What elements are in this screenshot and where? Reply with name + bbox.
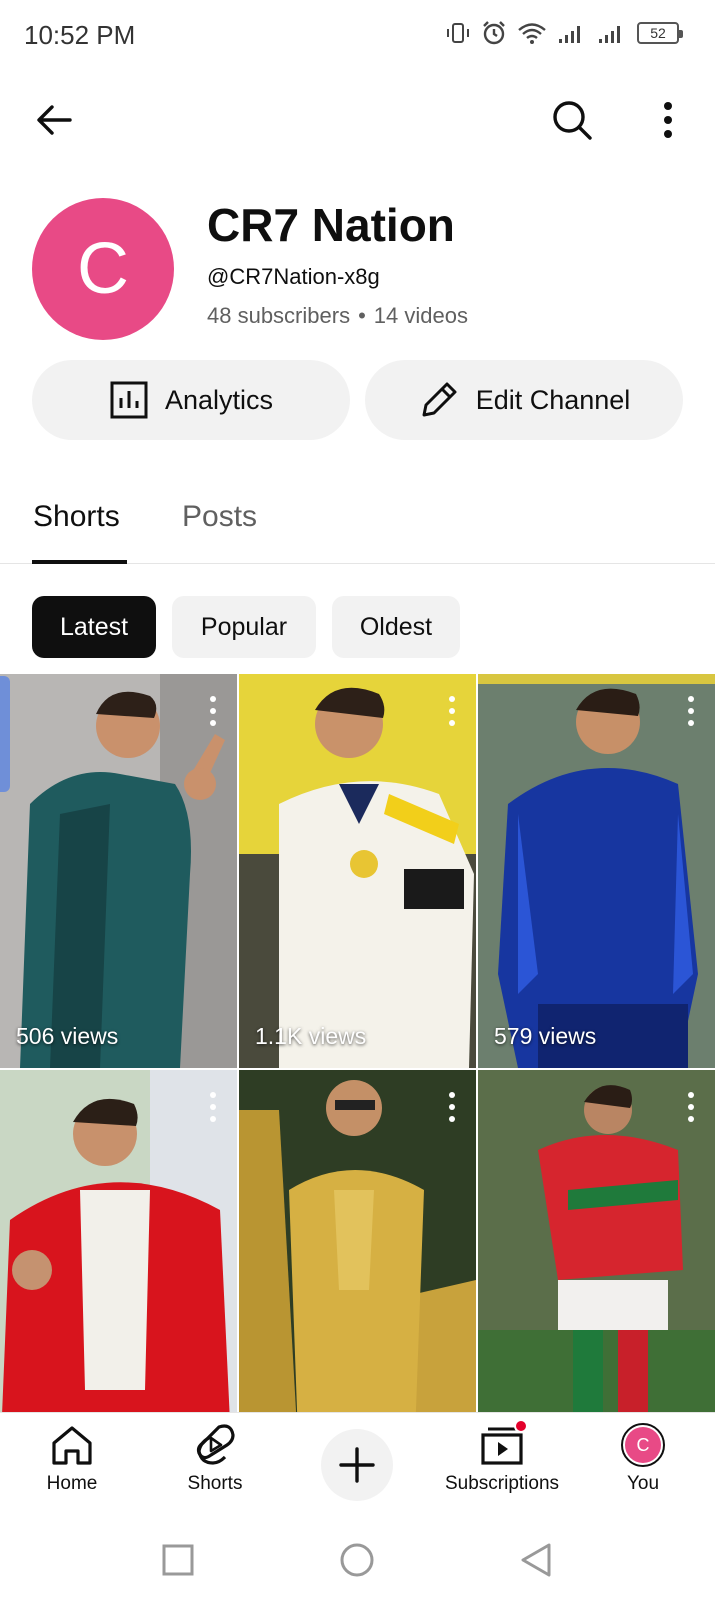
short-views: 1.1K views (255, 1023, 367, 1049)
signal-icon-2 (599, 26, 620, 43)
system-back-button[interactable] (516, 1540, 556, 1580)
back-button[interactable] (28, 94, 80, 146)
short-thumbnail (0, 1070, 237, 1414)
search-icon (553, 101, 592, 140)
short-more-button[interactable] (203, 1092, 223, 1122)
short-tile[interactable]: 506 views (0, 674, 237, 1068)
app-bar (0, 80, 715, 160)
edit-channel-label: Edit Channel (475, 384, 631, 415)
you-avatar-letter: C (625, 1427, 661, 1463)
nav-home[interactable]: Home (30, 1423, 114, 1495)
short-tile[interactable]: 579 views (478, 674, 715, 1068)
nav-subscriptions-label: Subscriptions (444, 1473, 560, 1494)
short-more-button[interactable] (681, 1092, 701, 1122)
nav-subscriptions[interactable]: Subscriptions (436, 1419, 568, 1495)
create-button[interactable] (321, 1429, 393, 1501)
shorts-grid: 506 views 1.1K views 579 views (0, 674, 715, 1414)
system-home-button[interactable] (337, 1540, 377, 1580)
channel-handle: @CR7Nation-x8g (207, 264, 380, 289)
shorts-icon (193, 1423, 237, 1467)
analytics-button[interactable]: Analytics (32, 360, 350, 440)
nav-shorts-label: Shorts (187, 1473, 243, 1494)
channel-name: CR7 Nation (207, 199, 455, 251)
status-bar: 10:52 PM 52 (0, 0, 715, 72)
signal-icon (559, 26, 580, 43)
subscriptions-icon (480, 1419, 528, 1467)
short-thumbnail (478, 1070, 715, 1414)
system-nav-bar (0, 1522, 715, 1600)
active-tab-indicator (32, 560, 127, 564)
bottom-nav: Home Shorts Subscriptions C You (0, 1412, 715, 1522)
search-button[interactable] (546, 94, 598, 146)
subscriber-count: 48 subscribers (207, 303, 351, 328)
you-avatar: C (621, 1423, 665, 1467)
short-views: 579 views (494, 1023, 597, 1049)
alarm-icon (483, 21, 505, 45)
battery-icon: 52 (637, 22, 683, 44)
edge-panel-handle[interactable] (0, 676, 10, 792)
short-thumbnail (239, 1070, 476, 1414)
video-count: 14 videos (373, 303, 468, 328)
short-more-button[interactable] (681, 696, 701, 726)
square-icon (162, 1544, 194, 1576)
nav-you-label: You (626, 1473, 660, 1494)
short-views: 506 views (16, 1023, 119, 1049)
nav-you[interactable]: C You (606, 1423, 680, 1495)
short-thumbnail (478, 674, 715, 1068)
home-icon (50, 1423, 94, 1467)
more-options-button[interactable] (642, 94, 694, 146)
meta-separator: • (358, 303, 366, 328)
avatar-letter: C (77, 229, 129, 309)
chip-latest[interactable]: Latest (32, 596, 156, 658)
tab-posts[interactable]: Posts (182, 500, 257, 534)
notification-dot (514, 1419, 528, 1433)
edit-channel-button[interactable]: Edit Channel (365, 360, 683, 440)
analytics-icon (110, 381, 148, 419)
chip-popular[interactable]: Popular (172, 596, 316, 658)
wifi-icon (518, 23, 546, 44)
chip-oldest[interactable]: Oldest (332, 596, 460, 658)
short-more-button[interactable] (203, 696, 223, 726)
nav-shorts[interactable]: Shorts (170, 1423, 260, 1495)
circle-icon (340, 1543, 374, 1577)
vibrate-icon (447, 23, 469, 43)
tab-shorts[interactable]: Shorts (33, 500, 120, 534)
short-tile[interactable]: 1.1K views (239, 674, 476, 1068)
short-tile[interactable] (0, 1070, 237, 1414)
triangle-back-icon (521, 1543, 551, 1577)
short-thumbnail (239, 674, 476, 1068)
short-tile[interactable] (239, 1070, 476, 1414)
short-thumbnail (0, 674, 237, 1068)
channel-tabs: Shorts Posts (0, 480, 715, 564)
short-more-button[interactable] (442, 696, 462, 726)
pencil-icon (422, 382, 457, 417)
status-icons: 52 (445, 20, 683, 46)
status-time: 10:52 PM (24, 20, 136, 50)
battery-level: 52 (650, 25, 666, 41)
channel-meta: 48 subscribers • 14 videos (207, 303, 468, 329)
nav-home-label: Home (46, 1473, 98, 1494)
channel-avatar[interactable]: C (32, 198, 174, 340)
short-tile[interactable] (478, 1070, 715, 1414)
short-more-button[interactable] (442, 1092, 462, 1122)
arrow-left-icon (37, 105, 72, 135)
analytics-label: Analytics (164, 384, 274, 415)
plus-icon (339, 1447, 375, 1483)
more-vertical-icon (664, 102, 672, 138)
recent-apps-button[interactable] (158, 1540, 198, 1580)
